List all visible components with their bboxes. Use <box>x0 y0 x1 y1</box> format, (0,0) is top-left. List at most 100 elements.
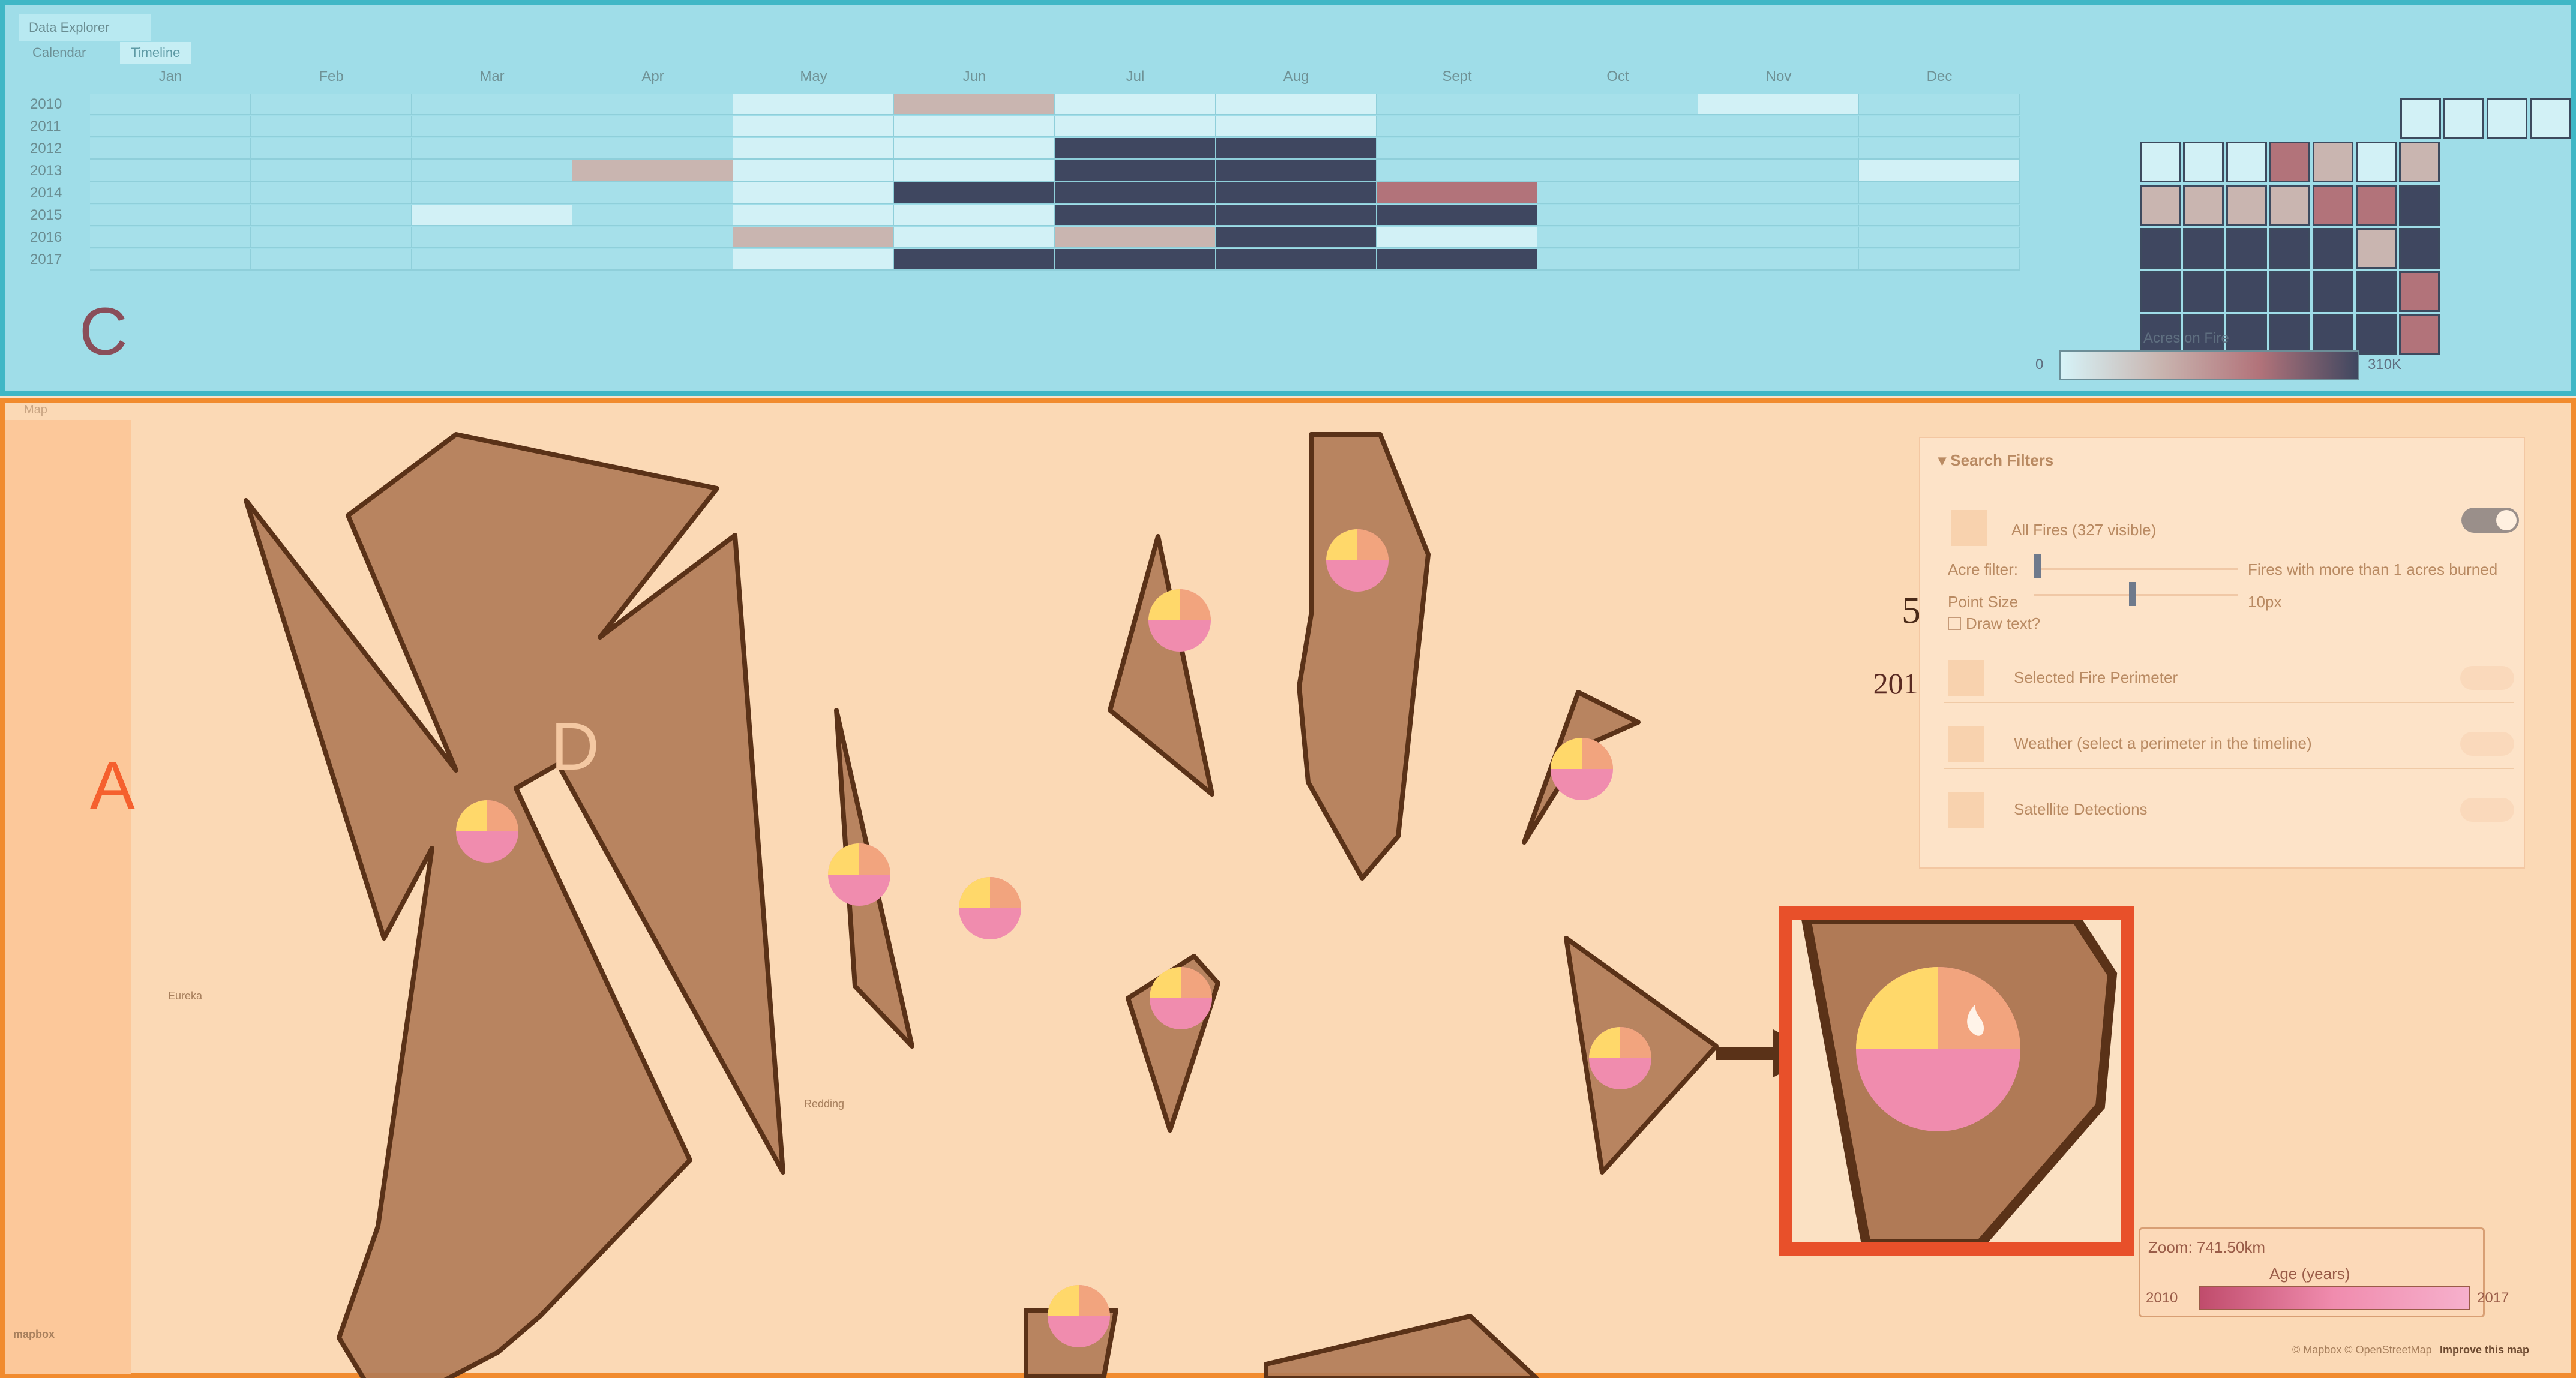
calendar-cell[interactable] <box>1698 182 1859 204</box>
all-fires-toggle[interactable] <box>2461 508 2519 533</box>
week-cell[interactable] <box>2399 142 2440 182</box>
week-cell[interactable] <box>2399 185 2440 226</box>
calendar-cell[interactable] <box>1216 249 1377 271</box>
tab-timeline[interactable]: Timeline <box>120 42 191 64</box>
calendar-cell[interactable] <box>1537 182 1698 204</box>
calendar-cell[interactable] <box>251 94 412 115</box>
fire-badge[interactable] <box>456 800 518 863</box>
calendar-cell[interactable] <box>1055 205 1216 226</box>
calendar-cell[interactable] <box>1859 116 2020 137</box>
improve-map-link[interactable]: Improve this map <box>2440 1344 2529 1356</box>
calendar-cell[interactable] <box>1055 116 1216 137</box>
fire-badge[interactable] <box>1551 738 1613 800</box>
calendar-cell[interactable] <box>572 116 733 137</box>
calendar-cell[interactable] <box>733 227 894 248</box>
calendar-cell[interactable] <box>1537 94 1698 115</box>
calendar-cell[interactable] <box>894 94 1055 115</box>
week-cell[interactable] <box>2183 228 2224 269</box>
calendar-cell[interactable] <box>1859 227 2020 248</box>
week-cell[interactable] <box>2313 271 2353 312</box>
calendar-cell[interactable] <box>572 94 733 115</box>
calendar-cell[interactable] <box>90 94 251 115</box>
calendar-cell[interactable] <box>1377 249 1537 271</box>
week-cell[interactable] <box>2183 142 2224 182</box>
calendar-cell[interactable] <box>1537 227 1698 248</box>
calendar-cell[interactable] <box>1377 138 1537 160</box>
calendar-cell[interactable] <box>412 205 572 226</box>
week-cell[interactable] <box>2140 228 2181 269</box>
calendar-cell[interactable] <box>1698 116 1859 137</box>
calendar-cell[interactable] <box>894 205 1055 226</box>
calendar-cell[interactable] <box>733 116 894 137</box>
calendar-cell[interactable] <box>1859 138 2020 160</box>
fire-badge[interactable] <box>828 843 890 906</box>
calendar-cell[interactable] <box>1537 138 1698 160</box>
filter-row-satellite[interactable]: Satellite Detections <box>1944 786 2514 834</box>
calendar-cell[interactable] <box>1216 94 1377 115</box>
fire-badge[interactable] <box>1148 589 1211 652</box>
week-cell[interactable] <box>2356 314 2397 355</box>
calendar-cell[interactable] <box>1216 227 1377 248</box>
week-cell[interactable] <box>2399 271 2440 312</box>
calendar-cell[interactable] <box>1377 160 1537 182</box>
acre-filter-slider-thumb[interactable] <box>2034 554 2041 578</box>
calendar-cell[interactable] <box>1537 249 1698 271</box>
calendar-cell[interactable] <box>1537 205 1698 226</box>
week-cell[interactable] <box>2400 98 2441 139</box>
calendar-cell[interactable] <box>1698 249 1859 271</box>
calendar-cell[interactable] <box>1698 205 1859 226</box>
calendar-cell[interactable] <box>1216 205 1377 226</box>
calendar-cell[interactable] <box>90 227 251 248</box>
week-cell[interactable] <box>2269 314 2310 355</box>
calendar-cell[interactable] <box>251 205 412 226</box>
calendar-cell[interactable] <box>572 160 733 182</box>
calendar-cell[interactable] <box>1377 116 1537 137</box>
fire-badge[interactable] <box>1150 967 1212 1029</box>
calendar-cell[interactable] <box>90 205 251 226</box>
calendar-cell[interactable] <box>1698 160 1859 182</box>
calendar-cell[interactable] <box>572 249 733 271</box>
calendar-cell[interactable] <box>412 227 572 248</box>
calendar-cell[interactable] <box>1859 249 2020 271</box>
calendar-cell[interactable] <box>1859 94 2020 115</box>
week-cell[interactable] <box>2226 142 2267 182</box>
week-cell[interactable] <box>2183 185 2224 226</box>
fire-badge[interactable] <box>959 877 1021 939</box>
filter-row-weather[interactable]: Weather (select a perimeter in the timel… <box>1944 720 2514 769</box>
calendar-cell[interactable] <box>894 249 1055 271</box>
calendar-cell[interactable] <box>572 205 733 226</box>
calendar-cell[interactable] <box>1377 94 1537 115</box>
calendar-cell[interactable] <box>412 116 572 137</box>
calendar-cell[interactable] <box>894 227 1055 248</box>
week-cell[interactable] <box>2356 185 2397 226</box>
calendar-cell[interactable] <box>251 227 412 248</box>
calendar-cell[interactable] <box>1377 227 1537 248</box>
calendar-cell[interactable] <box>1055 182 1216 204</box>
calendar-cell[interactable] <box>1216 138 1377 160</box>
calendar-cell[interactable] <box>251 160 412 182</box>
calendar-cell[interactable] <box>412 182 572 204</box>
window-title-tab[interactable]: Data Explorer <box>19 14 151 41</box>
filter-row-selected-perimeter[interactable]: Selected Fire Perimeter <box>1944 654 2514 703</box>
week-cell[interactable] <box>2313 314 2353 355</box>
week-cell[interactable] <box>2313 142 2353 182</box>
week-cell[interactable] <box>2487 98 2527 139</box>
fire-badge[interactable] <box>1589 1027 1651 1089</box>
calendar-cell[interactable] <box>1698 94 1859 115</box>
calendar-cell[interactable] <box>1698 227 1859 248</box>
week-cell[interactable] <box>2313 228 2353 269</box>
calendar-cell[interactable] <box>412 249 572 271</box>
calendar-cell[interactable] <box>572 227 733 248</box>
fire-badge[interactable] <box>1048 1285 1110 1347</box>
calendar-cell[interactable] <box>90 249 251 271</box>
week-cell[interactable] <box>2226 228 2267 269</box>
row-checkbox[interactable] <box>1948 660 1984 696</box>
calendar-cell[interactable] <box>1216 182 1377 204</box>
calendar-cell[interactable] <box>1216 116 1377 137</box>
week-cell[interactable] <box>2530 98 2571 139</box>
calendar-cell[interactable] <box>412 94 572 115</box>
week-cell[interactable] <box>2356 271 2397 312</box>
row-toggle[interactable] <box>2460 732 2514 756</box>
calendar-cell[interactable] <box>1216 160 1377 182</box>
week-cell[interactable] <box>2269 142 2310 182</box>
